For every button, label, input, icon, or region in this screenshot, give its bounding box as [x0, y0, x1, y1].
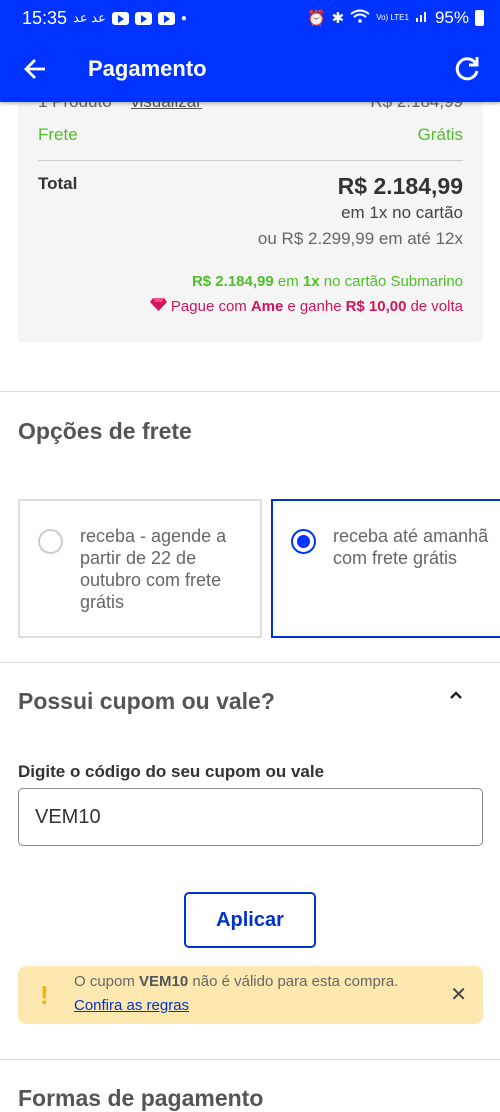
shipping-option-tomorrow[interactable]: receba até amanhã com frete grátis — [271, 499, 500, 638]
alarm-icon: ⏰ — [306, 10, 326, 27]
alert-code: VEM10 — [139, 973, 189, 990]
coupon-error-alert: ! O cupom VEM10 não é válido para esta c… — [18, 966, 483, 1024]
ame-suffix: de volta — [410, 298, 463, 315]
section-divider — [0, 391, 500, 392]
section-divider — [0, 1059, 500, 1060]
ame-cashback-offer: Pague com Ame e ganhe R$ 10,00 de volta — [149, 298, 463, 315]
offer-em: em — [277, 273, 299, 290]
coupon-title[interactable]: Possui cupom ou vale? — [18, 688, 275, 715]
app-bar: Pagamento — [0, 36, 500, 102]
notification-app-icon — [111, 11, 129, 25]
status-bar: 15:35 عد عد ● ⏰ ✱ Vo) LTE1 95% — [0, 0, 500, 36]
ame-amount: R$ 10,00 — [345, 298, 407, 315]
coupon-rules-link[interactable]: Confira as regras — [74, 997, 189, 1014]
offer-installments: 1x — [302, 273, 320, 290]
back-button[interactable] — [0, 36, 70, 102]
youtube-icon — [157, 11, 175, 25]
bluetooth-icon: ✱ — [331, 10, 345, 27]
coupon-field-label: Digite o código do seu cupom ou vale — [18, 762, 325, 781]
alert-message: O cupom VEM10 não é válido para esta com… — [74, 973, 398, 990]
alert-suffix: não é válido para esta compra. — [192, 973, 399, 990]
notification-text: عد عد — [73, 10, 106, 25]
refresh-button[interactable] — [434, 36, 500, 102]
payment-methods-title: Formas de pagamento — [18, 1085, 264, 1111]
shipping-value: Grátis — [417, 125, 463, 144]
ame-middle: e ganhe — [287, 298, 342, 315]
status-time: 15:35 — [22, 7, 68, 28]
signal-icon — [415, 9, 429, 27]
total-label: Total — [38, 174, 78, 193]
arrow-left-icon — [24, 59, 45, 79]
exclamation-icon: ! — [40, 980, 49, 1010]
refresh-icon — [455, 57, 479, 81]
wifi-icon — [350, 9, 370, 27]
chevron-up-icon[interactable] — [446, 682, 466, 708]
installments-1x: em 1x no cartão — [341, 203, 463, 222]
dot-icon: ● — [180, 12, 187, 24]
coupon-input[interactable] — [18, 788, 483, 846]
close-icon[interactable]: ✕ — [450, 982, 467, 1007]
battery-icon — [475, 10, 484, 26]
ame-gem-icon — [149, 298, 167, 315]
alert-prefix: O cupom — [74, 973, 135, 990]
installments-12x: ou R$ 2.299,99 em até 12x — [257, 229, 463, 248]
page-content: 1 Produto visualizar R$ 2.184,99 Frete G… — [0, 0, 500, 1111]
youtube-icon — [134, 11, 152, 25]
ame-brand: Ame — [250, 298, 284, 315]
section-divider — [0, 662, 500, 663]
divider — [38, 160, 463, 161]
offer-text: no cartão Submarino — [323, 273, 463, 290]
shipping-option-label: receba até amanhã com frete grátis — [333, 526, 489, 568]
shipping-option-label: receba - agende a partir de 22 de outubr… — [80, 526, 227, 612]
apply-coupon-button[interactable]: Aplicar — [184, 892, 316, 948]
offer-amount: R$ 2.184,99 — [191, 273, 274, 290]
network-type: Vo) LTE1 — [376, 13, 409, 22]
shipping-label: Frete — [38, 125, 78, 144]
total-value: R$ 2.184,99 — [337, 173, 463, 199]
radio-button-selected[interactable] — [291, 529, 316, 554]
battery-percent: 95% — [434, 8, 469, 27]
shipping-options-title: Opções de frete — [18, 418, 192, 444]
shipping-option-scheduled[interactable]: receba - agende a partir de 22 de outubr… — [18, 499, 262, 638]
ame-prefix: Pague com — [170, 298, 247, 315]
submarino-card-offer: R$ 2.184,99 em 1x no cartão Submarino — [192, 273, 463, 290]
page-title: Pagamento — [88, 56, 207, 81]
radio-button[interactable] — [38, 529, 63, 554]
